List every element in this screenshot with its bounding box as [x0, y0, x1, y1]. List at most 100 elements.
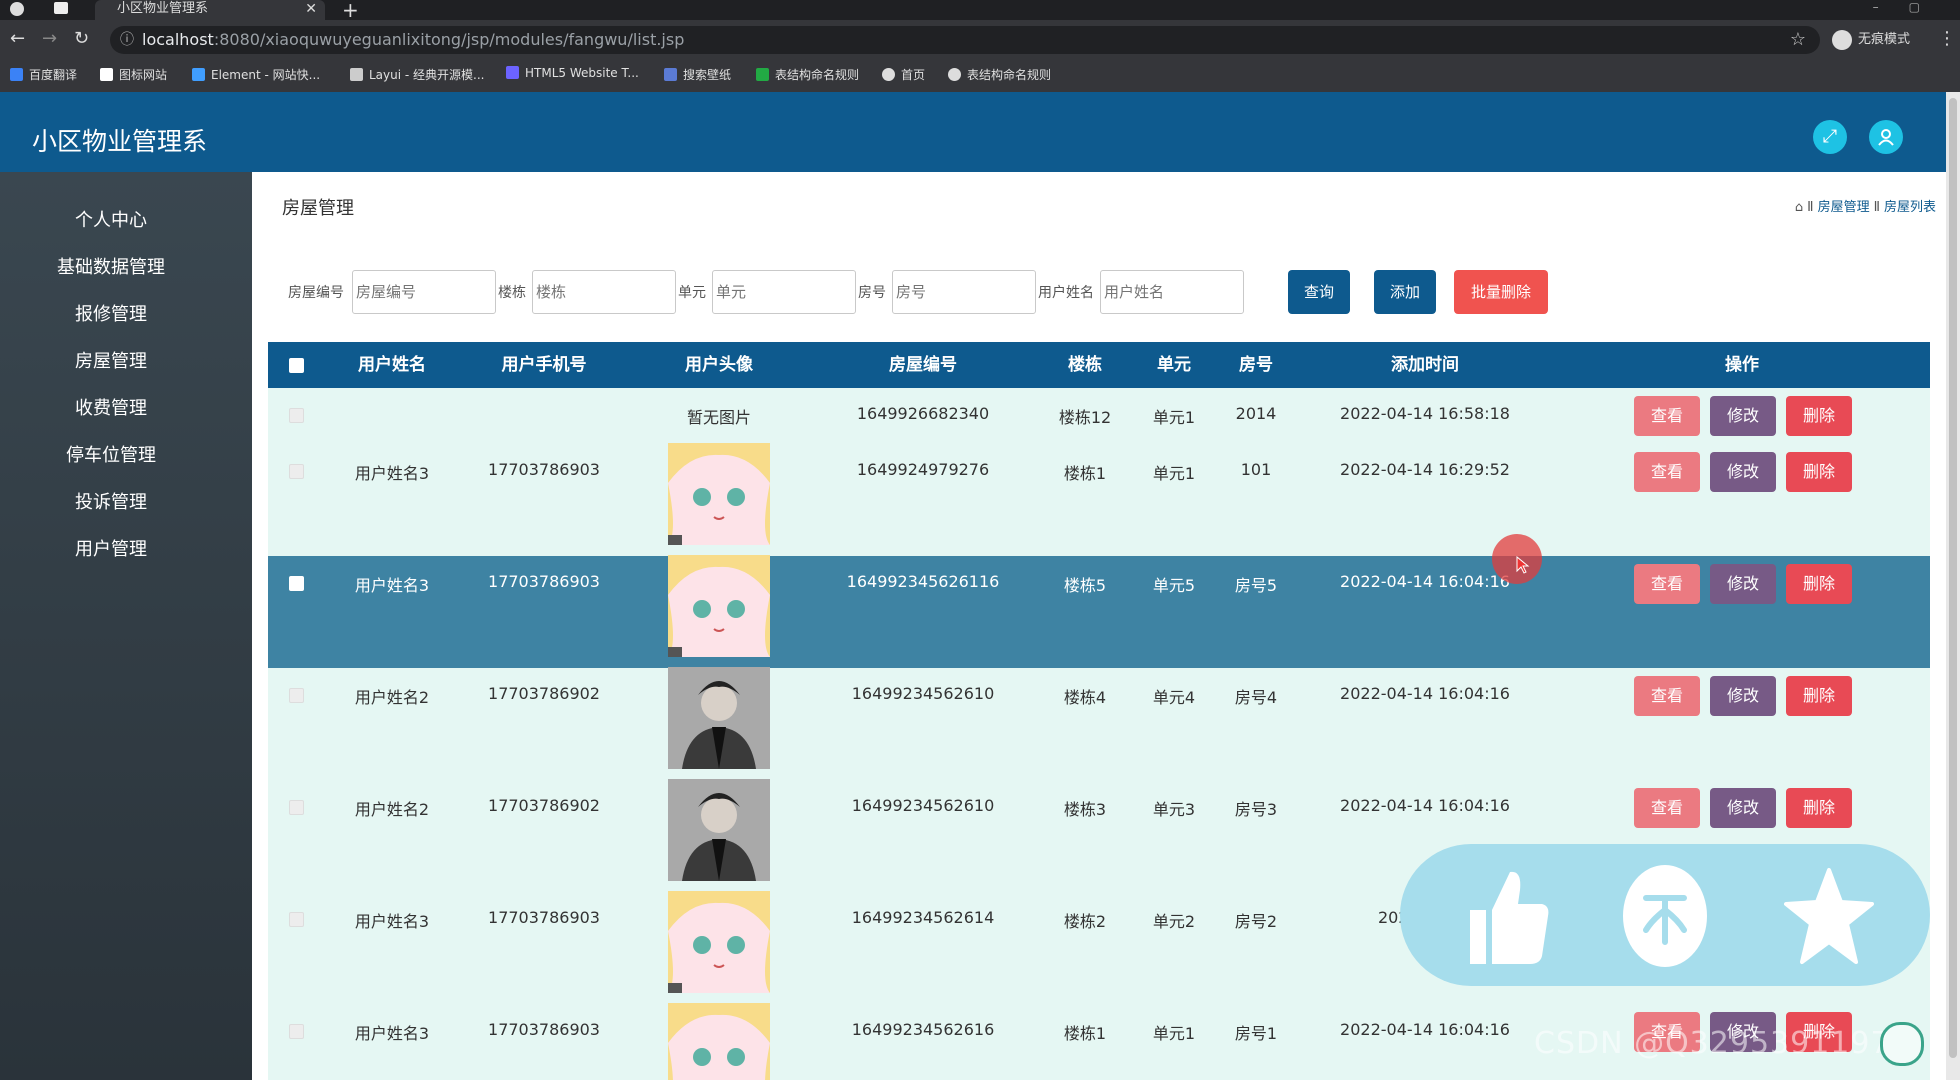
table-icon	[756, 68, 769, 81]
edit-button[interactable]: 修改	[1710, 676, 1776, 716]
breadcrumb-item[interactable]: 房屋管理	[1818, 200, 1870, 215]
fullscreen-icon[interactable]: ⤢	[1813, 120, 1847, 154]
scrollbar-thumb[interactable]	[1949, 98, 1957, 1058]
sidebar-item-complaints[interactable]: 投诉管理	[0, 488, 222, 514]
bookmark[interactable]: Layui - 经典开源模...	[350, 66, 484, 83]
back-icon[interactable]: ←	[10, 28, 25, 49]
delete-button[interactable]: 删除	[1786, 788, 1852, 828]
query-button[interactable]: 查询	[1288, 270, 1350, 314]
view-button[interactable]: 查看	[1634, 564, 1700, 604]
bookmark[interactable]: 表结构命名规则	[948, 66, 1051, 83]
sidebar-item-house[interactable]: 房屋管理	[0, 347, 222, 373]
back-to-top-icon[interactable]	[1880, 1022, 1924, 1066]
view-button[interactable]: 查看	[1634, 452, 1700, 492]
sidebar-item-personal-center[interactable]: 个人中心	[0, 206, 222, 232]
thumbs-up-icon[interactable]	[1462, 866, 1552, 966]
bookmark[interactable]: Element - 网站快...	[192, 66, 320, 83]
sidebar-item-repair[interactable]: 报修管理	[0, 300, 222, 326]
sidebar-item-parking[interactable]: 停车位管理	[0, 441, 222, 467]
bookmark[interactable]: 图标网站	[100, 66, 167, 83]
table-row[interactable]: 用户姓名3 17703786903 1649924979276 楼栋1 单元1 …	[268, 443, 1930, 556]
column-header: 楼栋	[1068, 355, 1102, 375]
row-checkbox[interactable]	[289, 408, 304, 423]
batch-delete-button[interactable]: 批量删除	[1454, 270, 1548, 314]
cell-phone: 17703786902	[488, 796, 600, 815]
cell-user-name: 用户姓名3	[354, 912, 430, 931]
row-checkbox[interactable]	[289, 1024, 304, 1039]
bookmark[interactable]: 首页	[882, 66, 925, 83]
delete-button[interactable]: 删除	[1786, 676, 1852, 716]
user-name-label: 用户姓名	[1038, 285, 1094, 301]
cell-user-name: 用户姓名3	[354, 1024, 430, 1043]
select-all-checkbox[interactable]	[289, 358, 304, 373]
room-input[interactable]	[892, 270, 1036, 314]
new-tab-icon[interactable]: +	[342, 0, 359, 22]
window-controls[interactable]: –▢	[1873, 0, 1950, 14]
browser-menu-icon[interactable]: ⋮	[1938, 28, 1956, 49]
address-bar[interactable]: ⓘ localhost:8080/xiaoquwuyeguanlixitong/…	[110, 26, 1820, 54]
add-button[interactable]: 添加	[1374, 270, 1436, 314]
sidebar-item-users[interactable]: 用户管理	[0, 535, 222, 561]
delete-button[interactable]: 删除	[1786, 564, 1852, 604]
table-row[interactable]: 用户姓名2 17703786902 16499234562610 楼栋4 单元4…	[268, 667, 1930, 780]
cell-house-no: 16499234562616	[851, 1020, 995, 1039]
sidebar-item-basic-data[interactable]: 基础数据管理	[0, 253, 222, 279]
row-checkbox[interactable]	[289, 912, 304, 927]
cell-room: 房号3	[1234, 800, 1278, 819]
cell-room: 房号5	[1234, 576, 1278, 595]
building-input[interactable]	[532, 270, 676, 314]
user-avatar-image	[668, 1003, 770, 1080]
layui-icon	[350, 68, 363, 81]
bookmark[interactable]: 百度翻译	[10, 66, 77, 83]
cell-added-time: 2022-04-14 16:04:16	[1340, 684, 1510, 703]
user-name-input[interactable]	[1100, 270, 1244, 314]
incognito-profile[interactable]: 无痕模式	[1832, 28, 1910, 50]
star-icon[interactable]	[1784, 866, 1874, 966]
app-title: 小区物业管理系	[32, 127, 208, 156]
bookmark[interactable]: 搜索壁纸	[664, 66, 731, 83]
house-no-input[interactable]	[352, 270, 496, 314]
row-checkbox[interactable]	[289, 464, 304, 479]
view-button[interactable]: 查看	[1634, 396, 1700, 436]
table-row[interactable]: 暂无图片 1649926682340 楼栋12 单元1 2014 2022-04…	[268, 388, 1930, 444]
unit-input[interactable]	[712, 270, 856, 314]
page-scrollbar[interactable]	[1946, 92, 1960, 1080]
edit-button[interactable]: 修改	[1710, 396, 1776, 436]
sidebar-item-fees[interactable]: 收费管理	[0, 394, 222, 420]
cell-unit: 单元1	[1152, 408, 1196, 427]
building-label: 楼栋	[498, 285, 526, 301]
bookmark-star-icon[interactable]: ☆	[1790, 26, 1806, 54]
table-row-highlighted[interactable]: 用户姓名3 17703786903 164992345626116 楼栋5 单元…	[268, 555, 1930, 668]
site-info-icon[interactable]: ⓘ	[120, 26, 134, 54]
row-checkbox[interactable]	[289, 576, 304, 591]
cell-house-no: 16499234562610	[851, 684, 995, 703]
tab-stack-icon[interactable]	[54, 2, 68, 14]
view-button[interactable]: 查看	[1634, 788, 1700, 828]
edit-button[interactable]: 修改	[1710, 452, 1776, 492]
reload-icon[interactable]: ↻	[74, 28, 89, 49]
cell-house-no: 1649924979276	[856, 460, 990, 479]
profile-label: 无痕模式	[1858, 32, 1911, 47]
delete-button[interactable]: 删除	[1786, 452, 1852, 492]
cell-unit: 单元1	[1152, 464, 1196, 483]
delete-button[interactable]: 删除	[1786, 396, 1852, 436]
row-checkbox[interactable]	[289, 800, 304, 815]
home-icon[interactable]: ⌂	[1795, 200, 1803, 215]
bookmark[interactable]: HTML5 Website T...	[506, 66, 639, 80]
forward-icon[interactable]: →	[42, 28, 57, 49]
tab-close-icon[interactable]: ✕	[305, 0, 317, 18]
user-icon[interactable]	[1869, 120, 1903, 154]
row-checkbox[interactable]	[289, 688, 304, 703]
coin-icon[interactable]	[1622, 864, 1708, 968]
edit-button[interactable]: 修改	[1710, 564, 1776, 604]
app-header: 小区物业管理系 ⤢	[0, 92, 1946, 172]
cell-added-time: 2022-04-14 16:04:16	[1340, 796, 1510, 815]
cell-building: 楼栋2	[1063, 912, 1107, 931]
cell-room: 101	[1240, 460, 1272, 479]
edit-button[interactable]: 修改	[1710, 788, 1776, 828]
view-button[interactable]: 查看	[1634, 676, 1700, 716]
browser-tab[interactable]: 小区物业管理系 ✕	[95, 0, 325, 20]
bookmark[interactable]: 表结构命名规则	[756, 66, 859, 83]
flag-icon	[100, 68, 113, 81]
globe-icon	[948, 68, 961, 81]
